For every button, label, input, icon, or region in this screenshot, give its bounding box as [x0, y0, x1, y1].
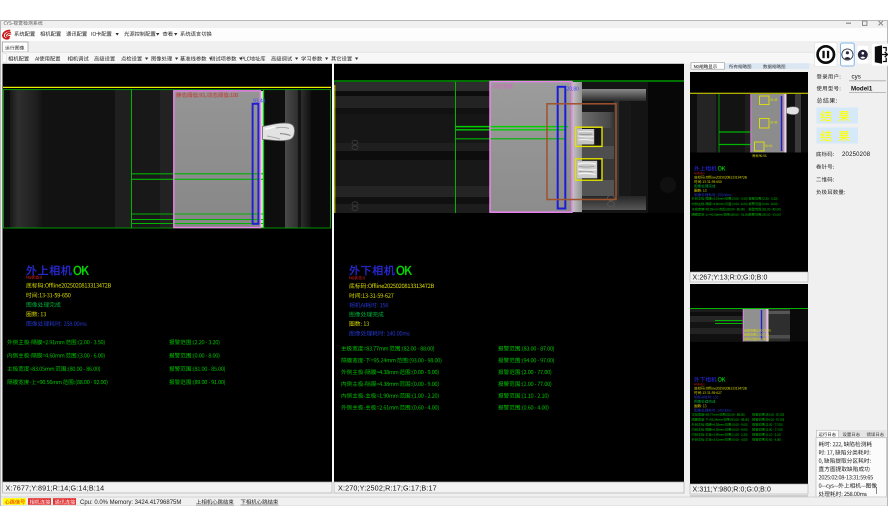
svg-text:cys: cys	[852, 74, 861, 81]
svg-text:X:7677;Y:891;R:14;G:14;B:14: X:7677;Y:891;R:14;G:14;B:14	[6, 483, 105, 492]
svg-text:20250208: 20250208	[842, 152, 871, 158]
svg-text:Cpu: 0.0% Memory: 3424.4179687: Cpu: 0.0% Memory: 3424.41796875M	[80, 500, 181, 506]
svg-text:X:270;Y:2502;R:17;G:17;B:17: X:270;Y:2502;R:17;G:17;B:17	[338, 483, 437, 492]
svg-text:X:311;Y:980;R:0;G:0;B:0: X:311;Y:980;R:0;G:0;B:0	[693, 487, 771, 494]
svg-text:Model1: Model1	[851, 85, 873, 92]
svg-text:X:267;Y:13;R:0;G:0;B:0: X:267;Y:13;R:0;G:0;B:0	[693, 275, 768, 282]
